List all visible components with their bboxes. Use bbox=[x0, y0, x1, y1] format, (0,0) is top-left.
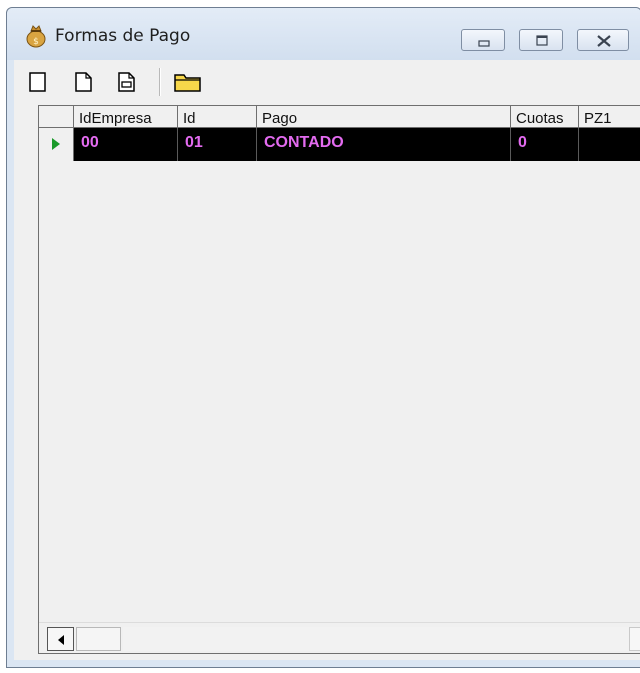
row-indicator[interactable] bbox=[39, 128, 74, 161]
horizontal-scrollbar[interactable] bbox=[39, 622, 640, 653]
column-header-pago[interactable]: Pago bbox=[257, 106, 511, 127]
cell-idempresa[interactable]: 00 bbox=[74, 128, 178, 161]
cell-cuotas[interactable]: 0 bbox=[511, 128, 579, 161]
edit-document-icon[interactable] bbox=[115, 70, 139, 94]
column-header-pz1[interactable]: PZ1 bbox=[579, 106, 640, 127]
column-header-idempresa[interactable]: IdEmpresa bbox=[74, 106, 178, 127]
arrow-left-icon bbox=[58, 635, 64, 645]
current-row-arrow-icon bbox=[52, 138, 60, 150]
cell-pz1[interactable] bbox=[579, 128, 640, 161]
open-folder-icon[interactable] bbox=[173, 70, 203, 94]
scroll-thumb[interactable] bbox=[76, 627, 121, 651]
scroll-left-button[interactable] bbox=[47, 627, 74, 651]
maximize-icon bbox=[536, 35, 548, 46]
cell-pago[interactable]: CONTADO bbox=[257, 128, 511, 161]
payment-methods-grid[interactable]: IdEmpresa Id Pago Cuotas PZ1 00 01 CONTA… bbox=[38, 105, 640, 654]
title-bar[interactable]: $ Formas de Pago bbox=[7, 8, 640, 60]
row-selector-header bbox=[39, 106, 74, 127]
minimize-icon bbox=[478, 40, 490, 47]
table-row[interactable]: 00 01 CONTADO 0 bbox=[39, 128, 640, 161]
column-header-id[interactable]: Id bbox=[178, 106, 257, 127]
scroll-track[interactable] bbox=[123, 627, 629, 651]
toolbar-separator bbox=[159, 68, 161, 96]
close-icon bbox=[597, 35, 611, 47]
window-title: Formas de Pago bbox=[55, 26, 191, 46]
close-button[interactable] bbox=[577, 29, 629, 51]
cell-id[interactable]: 01 bbox=[178, 128, 257, 161]
formas-de-pago-window: $ Formas de Pago IdEmpresa Id Pago Cuota… bbox=[6, 7, 640, 668]
scroll-right-button[interactable] bbox=[629, 627, 640, 651]
client-area: IdEmpresa Id Pago Cuotas PZ1 00 01 CONTA… bbox=[14, 60, 640, 660]
grid-header-row: IdEmpresa Id Pago Cuotas PZ1 bbox=[39, 106, 640, 128]
blank-page-icon[interactable] bbox=[26, 70, 50, 94]
maximize-button[interactable] bbox=[519, 29, 563, 51]
svg-text:$: $ bbox=[33, 37, 39, 47]
toolbar bbox=[14, 60, 640, 102]
column-header-cuotas[interactable]: Cuotas bbox=[511, 106, 579, 127]
new-document-icon[interactable] bbox=[72, 70, 96, 94]
money-bag-icon: $ bbox=[26, 25, 46, 48]
minimize-button[interactable] bbox=[461, 29, 505, 51]
